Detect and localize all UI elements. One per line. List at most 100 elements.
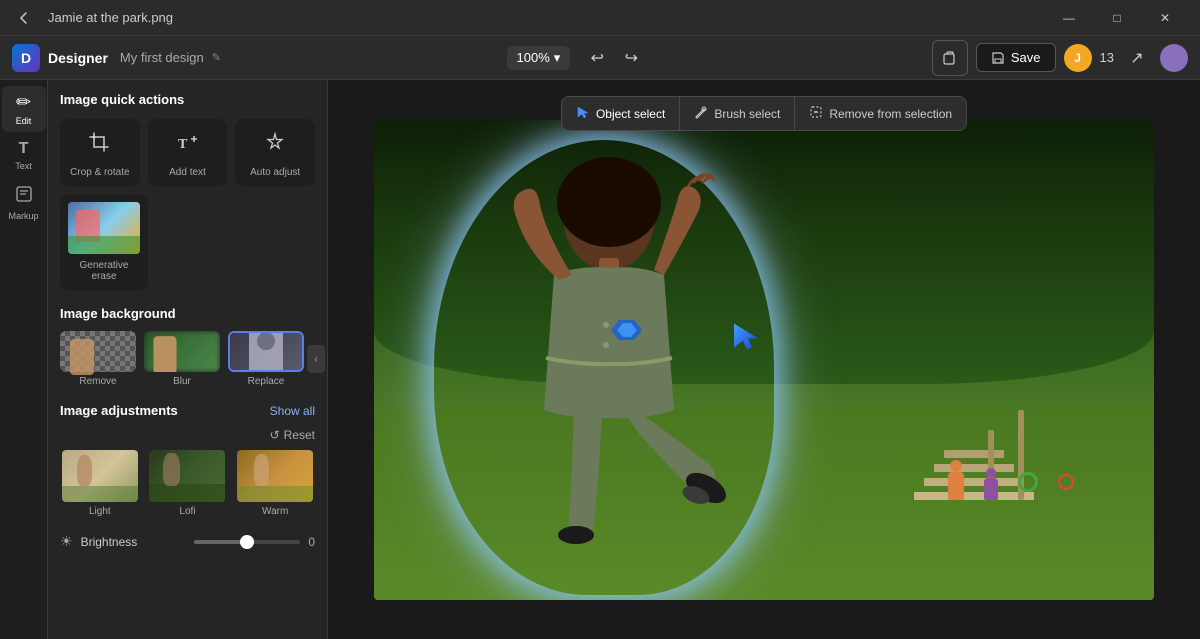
image-background-title: Image background — [60, 306, 176, 321]
gen-erase-label: Generative erase — [68, 260, 140, 282]
slider-thumb[interactable] — [240, 535, 254, 549]
save-button[interactable]: Save — [976, 43, 1056, 72]
undo-redo-controls: ↩ ↪ — [582, 43, 646, 73]
blur-bg-label: Blur — [173, 376, 191, 387]
auto-adjust-icon — [263, 131, 287, 161]
object-select-label: Object select — [596, 107, 665, 121]
show-all-link[interactable]: Show all — [270, 404, 315, 418]
maximize-button[interactable]: □ — [1094, 0, 1140, 36]
gen-erase-thumbnail — [68, 202, 140, 254]
zoom-chevron-icon: ▾ — [554, 50, 561, 66]
titlebar-controls: — □ ✕ — [1046, 0, 1188, 36]
brush-select-label: Brush select — [714, 107, 780, 121]
appbar-right: Save J 13 ↗ — [932, 40, 1188, 76]
subject-figure — [424, 130, 804, 595]
quick-actions-title: Image quick actions — [60, 92, 315, 107]
filter-light[interactable]: Light — [60, 450, 140, 517]
remove-from-selection-tool[interactable]: Remove from selection — [795, 97, 966, 130]
close-button[interactable]: ✕ — [1142, 0, 1188, 36]
remove-selection-label: Remove from selection — [829, 107, 952, 121]
canvas-area: Object select Brush select — [328, 80, 1200, 639]
auto-adjust-card[interactable]: Auto adjust — [235, 119, 315, 186]
collapse-panel-arrow[interactable]: ‹ — [307, 345, 325, 373]
sidebar-item-edit[interactable]: ✏ Edit — [2, 86, 46, 132]
designer-logo: D — [12, 44, 40, 72]
clipboard-button[interactable] — [932, 40, 968, 76]
reset-label: Reset — [284, 428, 315, 442]
filter-warm-label: Warm — [262, 506, 288, 517]
reset-row: ↺ Reset — [60, 428, 315, 442]
object-select-icon — [576, 105, 590, 122]
filter-warm[interactable]: Warm — [235, 450, 315, 517]
back-button[interactable] — [12, 6, 36, 30]
brightness-icon: ☀ — [60, 533, 73, 550]
zoom-value: 100% — [517, 50, 550, 65]
brightness-label: Brightness — [81, 535, 187, 549]
gen-erase-card[interactable]: Generative erase — [60, 194, 148, 290]
adjustments-header: Image adjustments Show all — [60, 403, 315, 418]
crop-rotate-card[interactable]: Crop & rotate — [60, 119, 140, 186]
background-people — [948, 460, 1074, 500]
undo-button[interactable]: ↩ — [582, 43, 612, 73]
appbar-center: 100% ▾ ↩ ↪ — [229, 43, 924, 73]
main-layout: ✏ Edit T Text Markup Image quick actions — [0, 80, 1200, 639]
remove-bg-preview — [60, 331, 136, 372]
app-brand: Designer — [48, 50, 108, 66]
object-select-tool[interactable]: Object select — [562, 97, 680, 130]
sidebar-item-text[interactable]: T Text — [2, 134, 46, 177]
add-text-icon: T — [175, 131, 199, 161]
text-icon: T — [19, 140, 29, 158]
appbar: D Designer My first design ✎ 100% ▾ ↩ ↪ … — [0, 36, 1200, 80]
brightness-row: ☀ Brightness 0 — [60, 529, 315, 554]
crop-icon — [88, 131, 112, 161]
brightness-slider[interactable] — [194, 540, 300, 544]
filter-lofi-thumb — [149, 450, 225, 502]
filter-light-label: Light — [89, 506, 111, 517]
canvas-image[interactable] — [374, 120, 1154, 600]
remove-bg-label: Remove — [79, 376, 116, 387]
design-name[interactable]: My first design — [120, 50, 204, 65]
edit-label: Edit — [16, 116, 32, 126]
filter-warm-thumb — [237, 450, 313, 502]
bg-remove-thumb[interactable]: Remove — [60, 331, 136, 387]
crop-label: Crop & rotate — [70, 167, 129, 178]
adjustment-filters: Light Lofi Warm — [60, 450, 315, 517]
filter-lofi[interactable]: Lofi — [148, 450, 228, 517]
brush-select-tool[interactable]: Brush select — [680, 97, 795, 130]
designer-cursor — [730, 320, 766, 361]
sidebar-item-markup[interactable]: Markup — [2, 179, 46, 227]
markup-label: Markup — [8, 211, 38, 221]
user-avatar: J — [1064, 44, 1092, 72]
blur-bg-preview — [144, 331, 220, 372]
save-label: Save — [1011, 50, 1041, 65]
selection-toolbar: Object select Brush select — [561, 96, 967, 131]
titlebar-filename: Jamie at the park.png — [48, 10, 1034, 25]
replace-bg-preview — [228, 331, 304, 372]
zoom-control[interactable]: 100% ▾ — [507, 46, 571, 70]
add-text-label: Add text — [169, 167, 206, 178]
bg-replace-thumb[interactable]: Replace — [228, 331, 304, 387]
markup-icon — [15, 185, 33, 208]
bg-blur-thumb[interactable]: Blur — [144, 331, 220, 387]
icon-strip: ✏ Edit T Text Markup — [0, 80, 48, 639]
quick-actions-grid: Crop & rotate T Add text — [60, 119, 315, 186]
auto-adjust-label: Auto adjust — [250, 167, 300, 178]
reset-button[interactable]: ↺ Reset — [270, 428, 315, 442]
left-panel: Image quick actions Crop & rotate T — [48, 80, 328, 639]
minimize-button[interactable]: — — [1046, 0, 1092, 36]
filter-light-thumb — [62, 450, 138, 502]
add-text-card[interactable]: T Add text — [148, 119, 228, 186]
replace-bg-label: Replace — [248, 376, 285, 387]
titlebar: Jamie at the park.png — □ ✕ — [0, 0, 1200, 36]
svg-text:T: T — [178, 137, 188, 152]
redo-button[interactable]: ↪ — [616, 43, 646, 73]
share-button[interactable]: ↗ — [1122, 43, 1152, 73]
collab-count: 13 — [1100, 50, 1114, 65]
filter-lofi-label: Lofi — [179, 506, 195, 517]
design-save-icon[interactable]: ✎ — [212, 51, 221, 64]
text-label: Text — [15, 161, 32, 171]
current-user-avatar[interactable] — [1160, 44, 1188, 72]
reset-icon: ↺ — [270, 428, 280, 442]
adjustments-title: Image adjustments — [60, 403, 178, 418]
edit-icon: ✏ — [16, 92, 31, 113]
